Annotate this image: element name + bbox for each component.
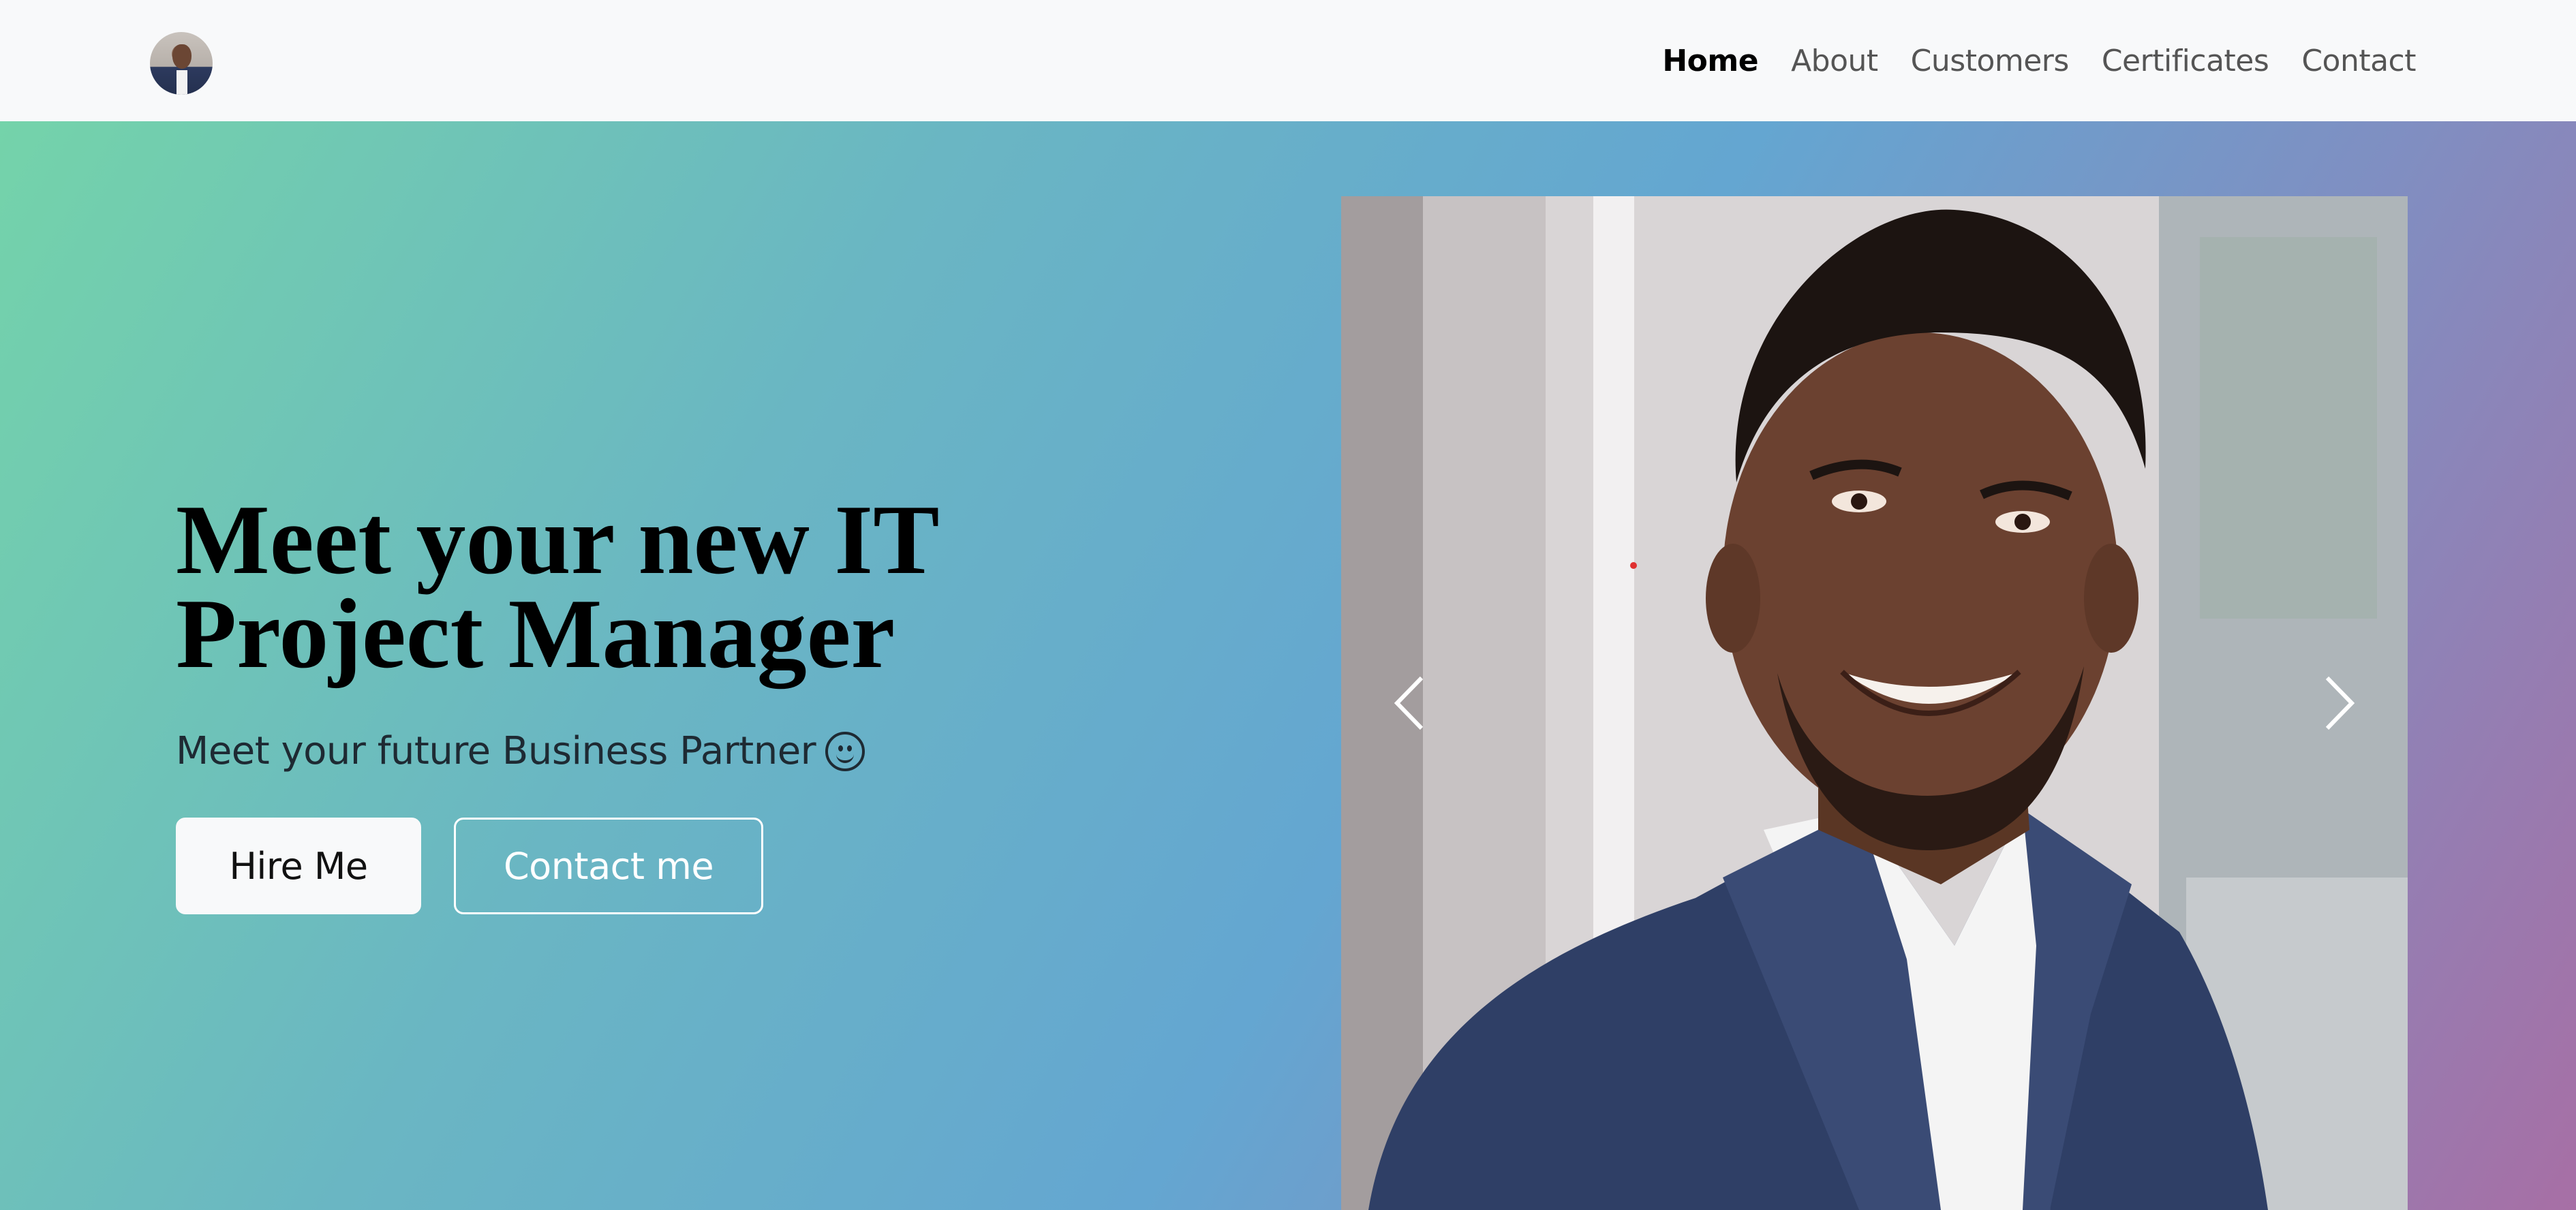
nav-links: Home About Customers Certificates Contac… <box>1662 0 2416 121</box>
subheadline-text: Meet your future Business Partner <box>176 729 816 773</box>
portrait-photo <box>1341 196 2408 1210</box>
nav-link-customers[interactable]: Customers <box>1911 44 2070 78</box>
hero-subheadline: Meet your future Business Partner <box>176 729 865 773</box>
carousel-prev-button[interactable] <box>1341 196 1477 1210</box>
contact-me-button[interactable]: Contact me <box>454 818 763 914</box>
nav-link-about[interactable]: About <box>1791 44 1878 78</box>
chevron-right-icon <box>2325 676 2355 730</box>
carousel-next-button[interactable] <box>2271 196 2408 1210</box>
headline-line-2: Project Manager <box>176 578 895 689</box>
nav-link-home[interactable]: Home <box>1662 44 1758 78</box>
hero-headline: Meet your new IT Project Manager <box>176 490 1198 683</box>
avatar[interactable] <box>150 32 213 95</box>
avatar-shirt <box>177 70 187 95</box>
nav-link-certificates[interactable]: Certificates <box>2102 44 2269 78</box>
red-marker <box>1630 562 1637 569</box>
top-navbar: Home About Customers Certificates Contac… <box>0 0 2576 121</box>
nav-link-contact[interactable]: Contact <box>2301 44 2416 78</box>
image-carousel <box>1341 196 2408 1210</box>
avatar-face <box>172 44 191 69</box>
hire-me-button[interactable]: Hire Me <box>176 818 421 914</box>
chevron-left-icon <box>1394 676 1424 730</box>
smiley-icon <box>825 731 865 771</box>
